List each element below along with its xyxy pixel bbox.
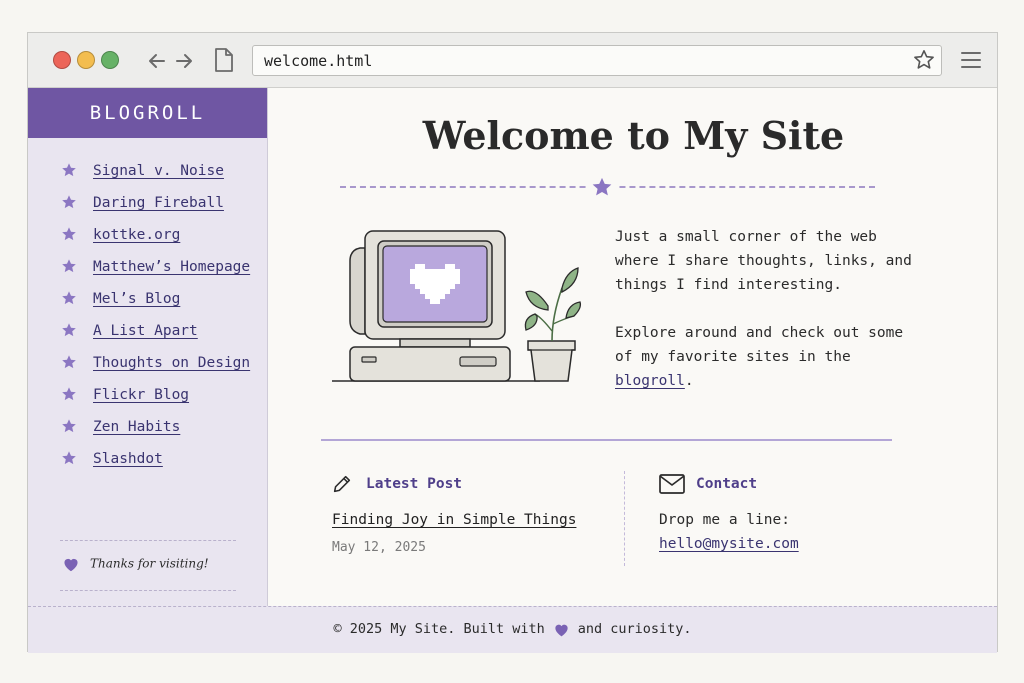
address-bar[interactable]: welcome.html bbox=[252, 45, 942, 76]
thanks-text: Thanks for visiting! bbox=[90, 556, 209, 571]
page-title: Welcome to My Site bbox=[422, 113, 845, 158]
envelope-icon bbox=[659, 474, 685, 494]
latest-post-link[interactable]: Finding Joy in Simple Things bbox=[332, 512, 576, 528]
star-icon bbox=[62, 227, 76, 241]
list-item: Matthew’s Homepage bbox=[28, 256, 267, 278]
intro-paragraph: Just a small corner of the web where I s… bbox=[615, 229, 912, 293]
site-footer: © 2025 My Site. Built with and curiosity. bbox=[28, 606, 997, 653]
document-icon bbox=[215, 48, 233, 72]
list-item: Mel’s Blog bbox=[28, 288, 267, 310]
star-icon bbox=[62, 163, 76, 177]
blogroll-link[interactable]: Thoughts on Design bbox=[93, 355, 250, 371]
star-icon bbox=[62, 387, 76, 401]
list-item: Daring Fireball bbox=[28, 192, 267, 214]
blogroll-link[interactable]: Slashdot bbox=[93, 451, 163, 467]
blogroll-list: Signal v. Noise Daring Fireball kottke.o… bbox=[28, 138, 267, 470]
hamburger-menu-icon[interactable] bbox=[960, 50, 982, 70]
list-item: Thoughts on Design bbox=[28, 352, 267, 374]
arrow-right-icon[interactable] bbox=[172, 49, 196, 73]
star-outline-icon[interactable] bbox=[912, 48, 936, 72]
blogroll-link[interactable]: Matthew’s Homepage bbox=[93, 259, 250, 275]
minimize-window-button[interactable] bbox=[77, 51, 95, 69]
list-item: A List Apart bbox=[28, 320, 267, 342]
blogroll-link[interactable]: kottke.org bbox=[93, 227, 180, 243]
intro-text: Just a small corner of the web where I s… bbox=[615, 225, 915, 417]
blogroll-link[interactable]: Zen Habits bbox=[93, 419, 180, 435]
star-icon bbox=[62, 355, 76, 369]
latest-post-heading: Latest Post bbox=[366, 476, 463, 492]
star-icon bbox=[62, 419, 76, 433]
retro-computer-illustration bbox=[332, 230, 582, 382]
intro-text-suffix: . bbox=[684, 373, 694, 389]
sidebar-divider bbox=[60, 540, 236, 541]
blogroll-inline-link[interactable]: blogroll bbox=[615, 373, 685, 389]
section-divider bbox=[321, 439, 892, 441]
blogroll-link[interactable]: A List Apart bbox=[93, 323, 198, 339]
thanks-note: Thanks for visiting! bbox=[62, 556, 209, 572]
maximize-window-button[interactable] bbox=[101, 51, 119, 69]
blogroll-sidebar: BLOGROLL Signal v. Noise Daring Fireball… bbox=[28, 88, 268, 606]
column-divider bbox=[624, 471, 625, 566]
pencil-icon bbox=[333, 475, 351, 493]
footer-text-suffix: and curiosity. bbox=[577, 621, 692, 637]
list-item: Zen Habits bbox=[28, 416, 267, 438]
list-item: Slashdot bbox=[28, 448, 267, 470]
blogroll-link[interactable]: Signal v. Noise bbox=[93, 163, 224, 179]
main-content: Welcome to My Site Just a small corner o… bbox=[268, 88, 999, 606]
star-icon bbox=[62, 323, 76, 337]
arrow-left-icon[interactable] bbox=[145, 49, 169, 73]
post-date: May 12, 2025 bbox=[332, 540, 426, 555]
list-item: Signal v. Noise bbox=[28, 160, 267, 182]
contact-heading: Contact bbox=[696, 476, 758, 492]
blogroll-link[interactable]: Daring Fireball bbox=[93, 195, 224, 211]
browser-toolbar: welcome.html bbox=[28, 33, 997, 88]
list-item: kottke.org bbox=[28, 224, 267, 246]
url-text[interactable]: welcome.html bbox=[264, 52, 372, 70]
contact-text: Drop me a line: bbox=[659, 512, 790, 528]
list-item: Flickr Blog bbox=[28, 384, 267, 406]
blogroll-link[interactable]: Flickr Blog bbox=[93, 387, 189, 403]
star-icon bbox=[62, 451, 76, 465]
footer-text-prefix: © 2025 My Site. Built with bbox=[333, 621, 545, 637]
contact-email-link[interactable]: hello@mysite.com bbox=[659, 536, 799, 552]
heart-icon bbox=[64, 558, 78, 572]
sidebar-heading: BLOGROLL bbox=[28, 88, 267, 138]
browser-window: welcome.html BLOGROLL Signal v. Noise Da… bbox=[27, 32, 999, 653]
heart-icon bbox=[555, 624, 568, 636]
star-icon bbox=[62, 259, 76, 273]
intro-text-prefix: Explore around and check out some of my … bbox=[615, 325, 904, 365]
star-icon bbox=[586, 176, 618, 198]
blogroll-link[interactable]: Mel’s Blog bbox=[93, 291, 180, 307]
intro-paragraph: Explore around and check out some of my … bbox=[615, 321, 915, 393]
close-window-button[interactable] bbox=[53, 51, 71, 69]
star-icon bbox=[62, 291, 76, 305]
sidebar-divider bbox=[60, 590, 236, 591]
star-icon bbox=[62, 195, 76, 209]
